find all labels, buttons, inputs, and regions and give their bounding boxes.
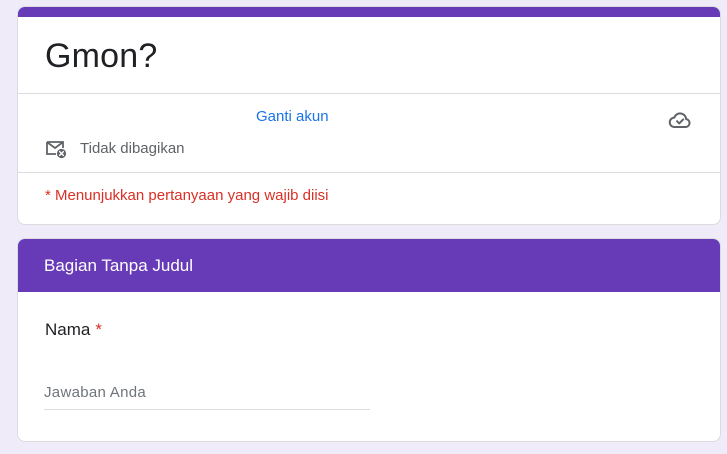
form-title-card: Gmon? Ganti akun Tidak dibagikan * Menun… xyxy=(17,6,721,225)
section-title: Bagian Tanpa Judul xyxy=(44,256,194,275)
section-header: Bagian Tanpa Judul xyxy=(18,239,720,292)
required-note: * Menunjukkan pertanyaan yang wajib diis… xyxy=(45,187,329,204)
divider xyxy=(18,172,720,173)
section-card: Bagian Tanpa Judul Nama * xyxy=(17,238,721,442)
title-card-accent-bar xyxy=(18,7,720,17)
question-text: Nama xyxy=(45,320,91,339)
not-shared-label: Tidak dibagikan xyxy=(80,140,185,157)
form-title: Gmon? xyxy=(45,37,158,75)
required-star: * xyxy=(95,320,102,339)
question-label: Nama * xyxy=(45,320,102,340)
answer-input[interactable] xyxy=(44,379,370,410)
divider xyxy=(18,93,720,94)
mail-off-icon xyxy=(46,141,67,159)
cloud-check-icon xyxy=(668,112,691,129)
switch-account-link[interactable]: Ganti akun xyxy=(256,108,329,125)
